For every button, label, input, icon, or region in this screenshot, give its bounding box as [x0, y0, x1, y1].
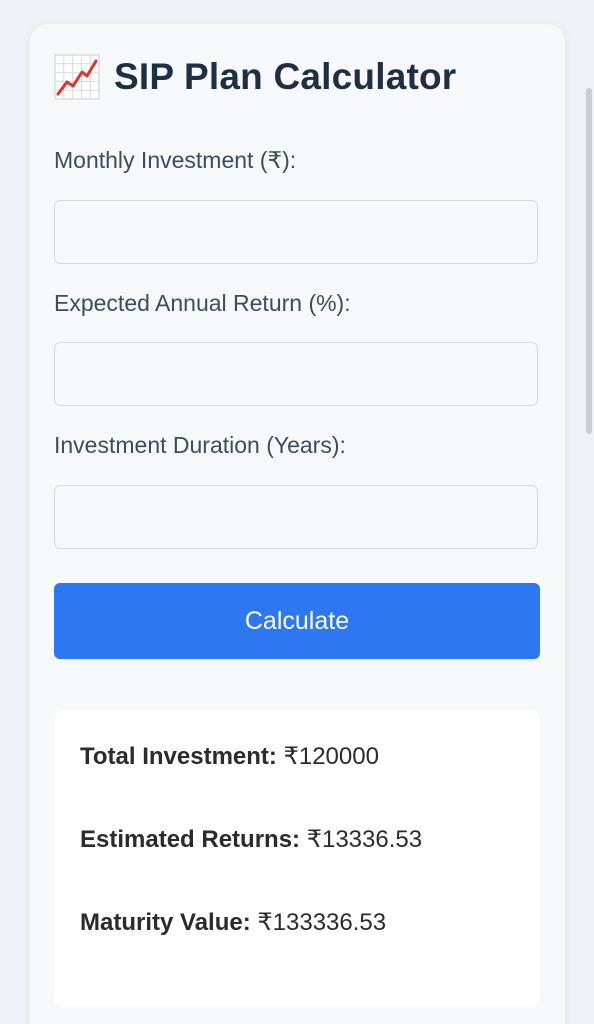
estimated-returns-row: Estimated Returns: ₹13336.53 [80, 825, 422, 854]
maturity-value-value: ₹133336.53 [257, 909, 387, 936]
maturity-value-row: Maturity Value: ₹133336.53 [80, 908, 386, 937]
duration-label: Investment Duration (Years): [54, 432, 346, 458]
calculator-card: SIP Plan Calculator Monthly Investment (… [30, 24, 565, 1024]
total-investment-value: ₹120000 [283, 743, 379, 770]
annual-return-input[interactable] [54, 342, 538, 406]
maturity-value-label: Maturity Value: [80, 909, 251, 936]
total-investment-row: Total Investment: ₹120000 [80, 742, 379, 771]
page: SIP Plan Calculator Monthly Investment (… [0, 0, 594, 1024]
page-title: SIP Plan Calculator [114, 56, 457, 97]
results-panel: Total Investment: ₹120000 Estimated Retu… [54, 710, 540, 1007]
total-investment-label: Total Investment: [80, 743, 277, 770]
chart-increasing-icon [54, 54, 100, 100]
monthly-investment-label: Monthly Investment (₹): [54, 147, 297, 173]
monthly-investment-input[interactable] [54, 200, 538, 264]
title-row: SIP Plan Calculator [54, 54, 456, 100]
scrollbar-thumb[interactable] [586, 88, 592, 434]
annual-return-label: Expected Annual Return (%): [54, 290, 351, 316]
estimated-returns-label: Estimated Returns: [80, 826, 301, 853]
estimated-returns-value: ₹13336.53 [306, 826, 423, 853]
duration-input[interactable] [54, 485, 538, 549]
calculate-button[interactable]: Calculate [54, 583, 540, 659]
